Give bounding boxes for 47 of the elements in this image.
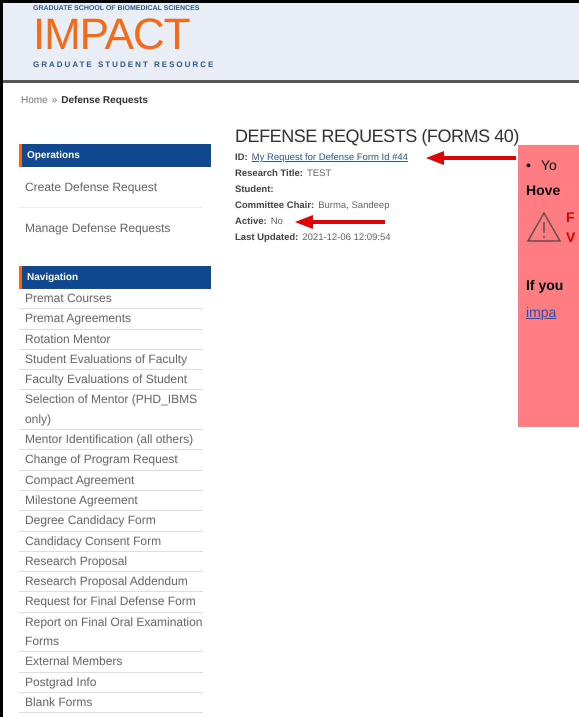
sidebar-item[interactable]: Change of Program Request [19,450,203,471]
field-label: Committee Chair: [235,199,314,213]
form-link[interactable]: My Request for Defense Form Id #44 [252,150,408,166]
sidebar-heading: Operations [19,144,211,167]
bullet: • [526,156,531,175]
field-label: Last Updated: [235,231,298,245]
sidebar-item[interactable]: Mentor Identification (all others) [19,430,203,450]
sidebar-item[interactable]: Create Defense Request [19,167,203,208]
breadcrumb-current: Defense Requests [61,94,148,108]
home-link[interactable]: Home [21,93,48,108]
callout-text: Yo [540,156,557,175]
callout-text: If you [526,276,564,295]
callout-text: Hove [526,181,562,200]
field-value: TEST [306,167,332,181]
warning-icon [526,211,562,243]
sidebar-item[interactable]: Milestone Agreement [19,490,203,512]
sidebar-item[interactable]: Compact Agreement [19,470,203,491]
sidebar-item[interactable]: Report on Final Oral Examination Forms [19,612,203,652]
sidebar-item[interactable]: Research Proposal Addendum [19,572,203,592]
sidebar-item[interactable]: Rotation Mentor [19,330,203,350]
sidebar-item[interactable]: External Members [19,652,203,673]
field-label: Student: [235,183,274,197]
warning-text: F [566,208,576,227]
sidebar-item[interactable]: Candidacy Consent Form [19,532,203,552]
warning-text: V [566,228,576,247]
field-value: No [270,215,283,229]
field-value: Burma, Sandeep [318,199,390,213]
sidebar-item[interactable]: Degree Candidacy Form [19,511,203,532]
field-label: Research Title: [235,167,303,181]
sidebar-item[interactable]: Premat Courses [19,289,203,310]
field-value: 2021-12-06 12:09:54 [302,231,391,245]
sidebar-item[interactable]: Faculty Evaluations of Student [19,370,203,390]
impact-logo: IMPACT [33,13,190,57]
page-title: DEFENSE REQUESTS (FORMS 40) [235,125,519,148]
sidebar-item[interactable]: Postgrad Info [19,672,203,693]
field-label: ID: [235,151,248,165]
sidebar-item[interactable]: Manage Defense Requests [19,208,203,248]
breadcrumb-separator: » [52,94,58,108]
sidebar-heading: Navigation [19,266,211,289]
field-label: Active: [235,215,267,229]
tagline: GRADUATE STUDENT RESOURCE [33,59,216,71]
sidebar-item[interactable]: Request for Final Defense Form [19,592,203,613]
sidebar-item[interactable]: Student Evaluations of Faculty [19,350,203,370]
sidebar-item[interactable]: Research Proposal [19,552,203,572]
sidebar-item[interactable]: Premat Agreements [19,309,203,330]
sidebar-item[interactable]: Selection of Mentor (PHD_IBMS only) [19,390,203,430]
sidebar-item[interactable]: Blank Forms [19,692,203,714]
